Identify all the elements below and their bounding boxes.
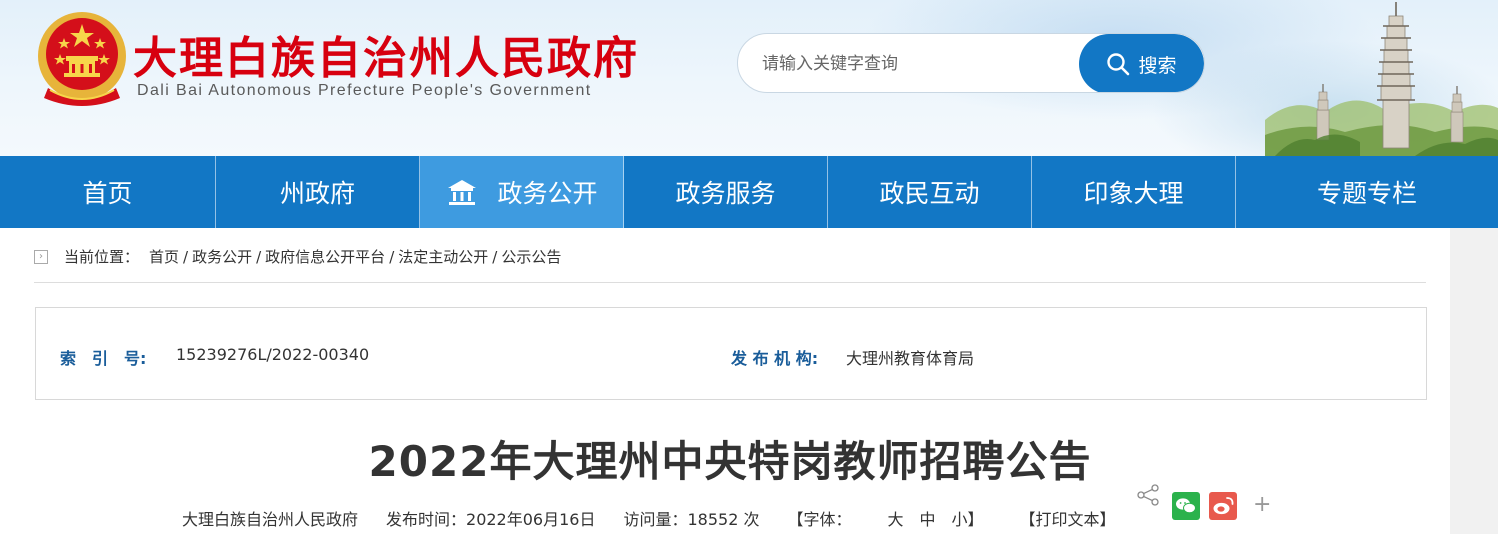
site-subtitle: Dali Bai Autonomous Prefecture People's … bbox=[137, 82, 592, 99]
breadcrumb-separator: / bbox=[183, 247, 189, 266]
wechat-share-icon[interactable] bbox=[1172, 492, 1200, 520]
pagoda-illustration-icon bbox=[1265, 2, 1498, 156]
side-gutter bbox=[1450, 228, 1498, 534]
font-size-label: 【字体： bbox=[787, 510, 852, 529]
visit-count: 访问量：18552 次 bbox=[623, 510, 760, 529]
nav-item-interaction[interactable]: 政民互动 bbox=[828, 156, 1032, 228]
font-size-large-button[interactable]: 大 bbox=[887, 510, 903, 529]
breadcrumb-divider bbox=[34, 282, 1426, 283]
breadcrumb-separator: / bbox=[492, 247, 498, 266]
search-icon bbox=[1107, 53, 1130, 76]
font-size-control: 【字体： 大中小】 bbox=[787, 506, 991, 530]
content-panel: › 当前位置： 首页 / 政务公开 / 政府信息公开平台 / 法定主动公开 / … bbox=[0, 228, 1450, 534]
index-number-value: 15239276L/2022-00340 bbox=[176, 345, 370, 364]
nav-item-label: 政民互动 bbox=[879, 179, 980, 208]
nav-item-government[interactable]: 州政府 bbox=[216, 156, 420, 228]
breadcrumb-link-home[interactable]: 首页 bbox=[149, 246, 179, 267]
nav-item-label: 印象大理 bbox=[1083, 179, 1184, 208]
breadcrumb-link-info-platform[interactable]: 政府信息公开平台 bbox=[265, 246, 385, 267]
nav-item-impression-dali[interactable]: 印象大理 bbox=[1032, 156, 1236, 228]
breadcrumb-separator: / bbox=[256, 247, 262, 266]
font-size-medium-button[interactable]: 中 bbox=[920, 510, 936, 529]
site-header: 大理白族自治州人民政府 Dali Bai Autonomous Prefectu… bbox=[0, 0, 1498, 156]
share-icon[interactable] bbox=[1136, 484, 1160, 506]
breadcrumb-prefix: 当前位置： bbox=[64, 248, 140, 266]
document-meta-box: 索 引 号: 15239276L/2022-00340 发 布 机 构: 大理州… bbox=[35, 307, 1427, 400]
weibo-share-icon[interactable] bbox=[1209, 492, 1237, 520]
publisher-label: 发 布 机 构: bbox=[731, 349, 819, 368]
nav-item-home[interactable]: 首页 bbox=[0, 156, 216, 228]
nav-item-gov-services[interactable]: 政务服务 bbox=[624, 156, 828, 228]
search-button-label: 搜索 bbox=[1138, 54, 1177, 77]
page: 大理白族自治州人民政府 Dali Bai Autonomous Prefectu… bbox=[0, 0, 1498, 534]
nav-item-gov-affairs-public[interactable]: 政务公开 bbox=[420, 156, 624, 228]
nav-item-label: 首页 bbox=[82, 179, 133, 208]
print-button[interactable]: 【打印文本】 bbox=[1020, 506, 1116, 530]
breadcrumb-link-gov-affairs[interactable]: 政务公开 bbox=[192, 246, 252, 267]
publisher-value: 大理州教育体育局 bbox=[846, 349, 975, 368]
nav-item-special-topics[interactable]: 专题专栏 bbox=[1236, 156, 1498, 228]
search-input[interactable] bbox=[762, 49, 1082, 79]
temple-icon bbox=[445, 175, 479, 209]
search-button[interactable]: 搜索 bbox=[1079, 34, 1204, 92]
breadcrumb-link-statutory[interactable]: 法定主动公开 bbox=[398, 246, 488, 267]
main-nav: 首页 州政府 政务公开 政务服务 政民互动 印象大理 专题专栏 bbox=[0, 156, 1498, 228]
article-title: 2022年大理州中央特岗教师招聘公告 bbox=[368, 437, 1092, 486]
nav-item-label: 州政府 bbox=[279, 179, 355, 208]
breadcrumb-link-announcements[interactable]: 公示公告 bbox=[501, 246, 561, 267]
site-title: 大理白族自治州人民政府 bbox=[133, 33, 639, 84]
breadcrumb: › 当前位置： 首页 / 政务公开 / 政府信息公开平台 / 法定主动公开 / … bbox=[34, 246, 561, 267]
index-number-label: 索 引 号: bbox=[60, 349, 147, 368]
location-icon: › bbox=[34, 249, 48, 264]
font-size-small-button[interactable]: 小】 bbox=[952, 510, 984, 529]
breadcrumb-separator: / bbox=[389, 247, 395, 266]
nav-item-label: 政务公开 bbox=[497, 179, 598, 208]
national-emblem-icon bbox=[38, 12, 126, 106]
publish-time: 发布时间：2022年06月16日 bbox=[386, 510, 596, 529]
more-share-icon[interactable]: + bbox=[1253, 492, 1271, 517]
search-bar: 搜索 bbox=[737, 33, 1205, 93]
nav-item-label: 政务服务 bbox=[675, 179, 776, 208]
article-info-line: 大理白族自治州人民政府 发布时间：2022年06月16日 访问量：18552 次… bbox=[182, 506, 1144, 530]
article-source: 大理白族自治州人民政府 bbox=[182, 510, 359, 529]
nav-item-label: 专题专栏 bbox=[1316, 179, 1417, 208]
